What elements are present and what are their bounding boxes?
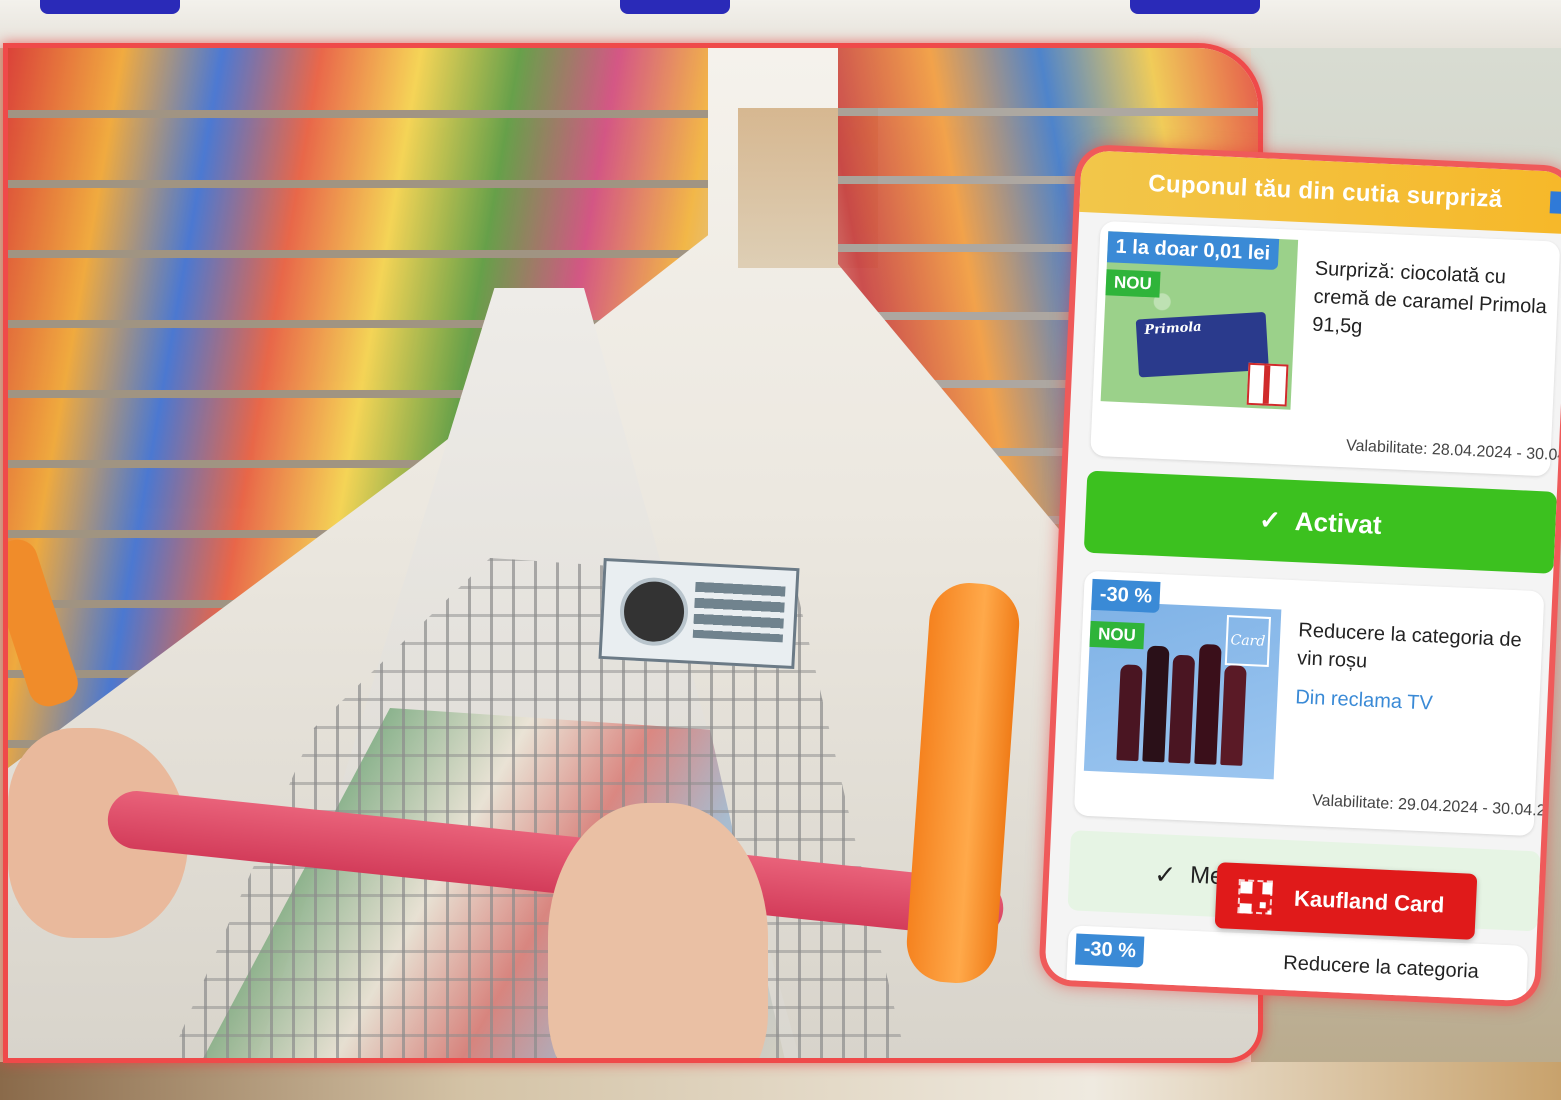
background-bottom-shelf	[0, 1062, 1561, 1100]
coupon-title: Reducere la categoria de vin roșu	[1296, 619, 1523, 673]
check-icon: ✓	[1258, 503, 1282, 535]
banner-fragment	[1130, 0, 1260, 14]
sign-graphic	[618, 575, 690, 648]
coupon-validity: Valabilitate: 28.04.2024 - 30.04.	[1345, 437, 1561, 465]
cart-advert-sign	[598, 557, 800, 670]
activated-button[interactable]: ✓ Activat	[1083, 470, 1557, 574]
chocolate-brand-text: Primola	[1143, 319, 1203, 339]
check-icon: ✓	[1153, 858, 1177, 890]
sign-lettering	[692, 581, 786, 643]
coupon-title: Surpriză: ciocolată cu cremă de caramel …	[1311, 257, 1548, 338]
coupon-title: Reducere la categoria	[1282, 951, 1480, 983]
wine-bottle-graphic	[1194, 643, 1222, 765]
wine-bottle-graphic	[1142, 645, 1170, 763]
activated-button-label: Activat	[1294, 505, 1383, 540]
kaufland-card-button[interactable]: Kaufland Card	[1214, 862, 1478, 940]
banner-fragment	[40, 0, 180, 14]
coupon-card-wine[interactable]: Card -30 % NOU Reducere la categoria de …	[1073, 570, 1555, 837]
nou-badge: NOU	[1105, 269, 1161, 298]
shopper-right-hand	[548, 803, 768, 1058]
discount-tag: -30 %	[1091, 578, 1161, 613]
gift-icon	[1549, 191, 1561, 214]
banner-fragment	[620, 0, 730, 14]
qr-code-icon	[1237, 879, 1273, 915]
coupon-box-title: Cuponul tău din cutia surpriză	[1147, 170, 1503, 214]
wine-bottle-graphic	[1168, 654, 1196, 764]
discount-tag: -30 %	[1075, 933, 1145, 968]
wine-bottle-graphic	[1220, 665, 1247, 766]
kaufland-card-label: Kaufland Card	[1293, 885, 1445, 918]
coupon-validity: Valabilitate: 29.04.2024 - 30.04.20	[1311, 792, 1555, 821]
coupon-card-chocolate[interactable]: Primola 1 la doar 0,01 lei NOU Surpriză:…	[1090, 220, 1561, 477]
coupon-source-link[interactable]: Din reclama TV	[1295, 686, 1433, 715]
nou-badge: NOU	[1089, 620, 1145, 650]
wine-bottle-graphic	[1116, 664, 1143, 762]
top-banner-strip	[0, 0, 1561, 48]
gift-icon	[1246, 362, 1289, 407]
cart-handle-right	[904, 580, 1022, 986]
card-logo: Card	[1224, 615, 1272, 668]
